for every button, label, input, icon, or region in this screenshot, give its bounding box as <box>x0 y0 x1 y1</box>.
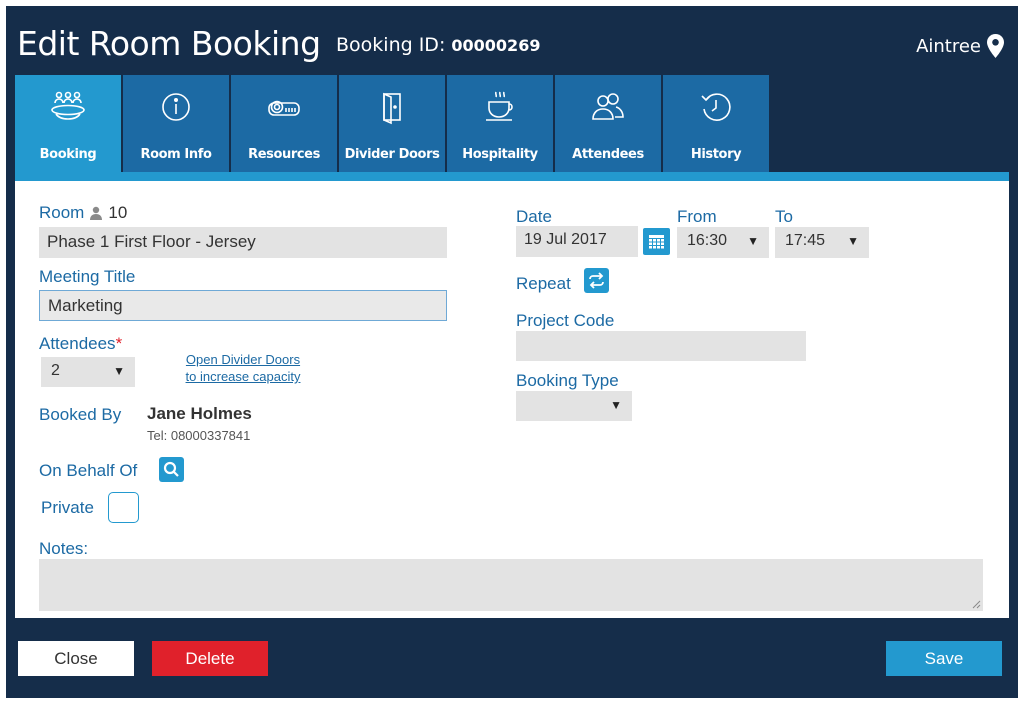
table-people-icon <box>51 91 85 120</box>
room-capacity: 10 <box>108 203 128 222</box>
booking-form: Room 10 Phase 1 First Floor - Jersey Mee… <box>15 181 1009 618</box>
repeat-label: Repeat <box>516 274 571 293</box>
tab-bar: Booking Room Info Resources Divider Door… <box>15 75 769 172</box>
tab-attendees[interactable]: Attendees <box>555 75 661 172</box>
tab-booking[interactable]: Booking <box>15 75 121 172</box>
close-button[interactable]: Close <box>18 641 134 676</box>
date-label: Date <box>516 207 552 226</box>
tab-divider-doors[interactable]: Divider Doors <box>339 75 445 172</box>
booked-by-label: Booked By <box>39 405 122 424</box>
booking-type-label: Booking Type <box>516 371 619 390</box>
required-marker: * <box>115 334 123 353</box>
title-bar: Edit Room Booking Booking ID: 00000269 A… <box>6 6 1018 78</box>
room-label: Room <box>39 203 85 222</box>
link-line-2: to increase capacity <box>185 369 301 384</box>
booking-id: Booking ID: 00000269 <box>336 34 540 56</box>
door-icon <box>383 92 401 125</box>
tab-accent-bar <box>15 172 1009 181</box>
notes-label: Notes: <box>39 539 89 558</box>
page-title: Edit Room Booking <box>17 24 321 63</box>
person-icon <box>90 206 103 220</box>
attendees-value: 2 <box>51 362 60 379</box>
tab-label: Attendees <box>572 147 644 162</box>
to-time-select[interactable]: 17:45 ▼ <box>775 227 869 258</box>
tab-label: Booking <box>39 147 97 162</box>
search-icon <box>163 461 179 477</box>
caret-down-icon: ▼ <box>847 234 859 248</box>
search-button[interactable] <box>159 457 184 482</box>
private-label: Private <box>41 498 94 517</box>
open-divider-doors-link[interactable]: Open Divider Doors to increase capacity <box>173 351 313 385</box>
tab-label: Hospitality <box>462 147 538 162</box>
booking-type-select[interactable]: ▼ <box>516 391 632 421</box>
date-input[interactable]: 19 Jul 2017 <box>516 226 638 257</box>
project-code-input[interactable] <box>516 331 806 361</box>
tab-hospitality[interactable]: Hospitality <box>447 75 553 172</box>
from-time-select[interactable]: 16:30 ▼ <box>677 227 769 258</box>
private-checkbox[interactable] <box>108 492 139 523</box>
from-label: From <box>677 207 717 226</box>
caret-down-icon: ▼ <box>747 234 759 248</box>
caret-down-icon: ▼ <box>113 364 125 378</box>
tab-label: Divider Doors <box>344 147 440 162</box>
booking-id-label: Booking ID: <box>336 34 446 56</box>
projector-icon <box>268 100 300 116</box>
booking-id-value: 00000269 <box>451 36 541 55</box>
meeting-title-label: Meeting Title <box>39 267 136 286</box>
link-line-1: Open Divider Doors <box>185 352 301 367</box>
map-pin-icon <box>987 34 1004 58</box>
from-time-value: 16:30 <box>687 232 728 249</box>
booked-by-tel: Tel: 08000337841 <box>147 428 251 443</box>
meeting-title-input[interactable]: Marketing <box>39 290 447 321</box>
delete-button[interactable]: Delete <box>152 641 268 676</box>
attendees-label-text: Attendees <box>39 334 116 353</box>
calendar-button[interactable] <box>643 228 670 255</box>
tab-label: Room Info <box>140 147 212 162</box>
tab-label: Resources <box>248 147 320 162</box>
tab-history[interactable]: History <box>663 75 769 172</box>
save-button[interactable]: Save <box>886 641 1002 676</box>
history-clock-icon <box>701 93 731 121</box>
on-behalf-label: On Behalf Of <box>39 461 138 480</box>
room-field[interactable]: Phase 1 First Floor - Jersey <box>39 227 447 258</box>
tab-room-info[interactable]: Room Info <box>123 75 229 172</box>
location[interactable]: Aintree <box>916 34 1004 58</box>
attendees-label: Attendees* <box>39 334 122 354</box>
repeat-icon <box>589 272 604 289</box>
calendar-icon <box>649 235 664 249</box>
caret-down-icon: ▼ <box>610 398 622 412</box>
dialog-frame: Edit Room Booking Booking ID: 00000269 A… <box>6 6 1018 698</box>
project-code-label: Project Code <box>516 311 615 330</box>
info-icon <box>162 93 190 121</box>
repeat-button[interactable] <box>584 268 609 293</box>
to-label: To <box>775 207 793 226</box>
attendees-select[interactable]: 2 ▼ <box>41 357 135 387</box>
people-icon <box>592 93 624 120</box>
resize-grip-icon[interactable] <box>972 600 981 609</box>
notes-textarea[interactable] <box>39 559 983 611</box>
location-name: Aintree <box>916 35 981 57</box>
coffee-cup-icon <box>486 91 513 121</box>
room-label-row: Room 10 <box>39 203 127 223</box>
tab-resources[interactable]: Resources <box>231 75 337 172</box>
tab-label: History <box>690 147 742 162</box>
to-time-value: 17:45 <box>785 232 826 249</box>
booked-by-name: Jane Holmes <box>147 404 252 423</box>
